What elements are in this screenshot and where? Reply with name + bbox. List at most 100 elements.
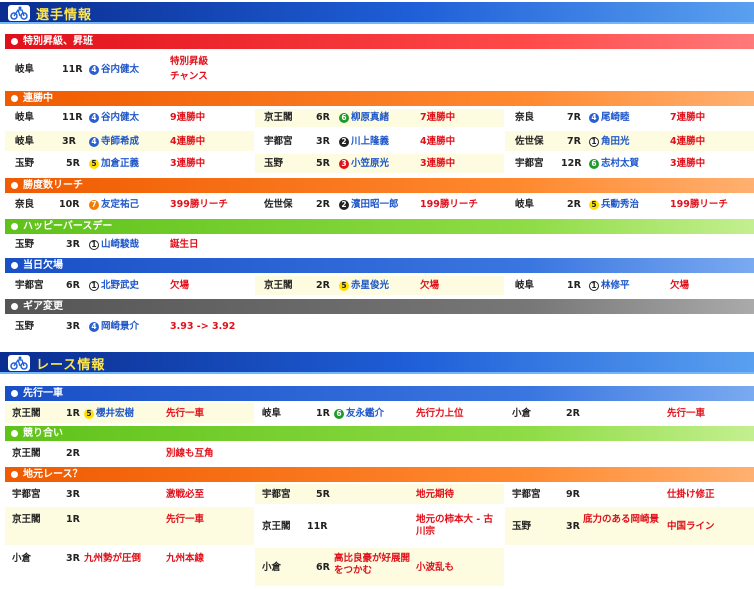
venue: 佐世保	[264, 199, 293, 210]
absent-note: 欠場	[670, 280, 690, 291]
rider-link[interactable]: 1 山崎駿哉	[89, 239, 139, 251]
rider-link[interactable]: 4 尾崎睦	[589, 112, 630, 124]
race-number: 3R	[66, 321, 80, 332]
rider-link[interactable]: 4 谷内健太	[89, 64, 139, 76]
milestone-note: 199勝リーチ	[670, 199, 728, 210]
section-promotion: 特別昇級、昇班	[5, 34, 754, 49]
streak-note: 4連勝中	[670, 136, 706, 147]
rider-link[interactable]: 7 友定祐己	[89, 199, 139, 211]
bullet-icon	[11, 303, 18, 310]
rider-link[interactable]: 2 濱田昭一郎	[339, 199, 399, 211]
post-number-badge: 4	[589, 113, 599, 123]
bullet-icon	[11, 430, 18, 437]
race-number: 1R	[66, 408, 80, 419]
venue: 宇都宮	[515, 158, 544, 169]
bullet-icon	[11, 223, 18, 230]
bullet-icon	[11, 95, 18, 102]
post-number-badge: 1	[89, 281, 99, 291]
race-number: 5R	[316, 158, 330, 169]
race-number: 9R	[566, 489, 580, 500]
venue: 玉野	[15, 158, 35, 169]
race-number: 3R	[66, 239, 80, 250]
race-number: 1R	[316, 408, 330, 419]
rider-link[interactable]: 4 寺師希成	[89, 136, 139, 148]
streak-note: 3連勝中	[170, 158, 206, 169]
post-number-badge: 4	[89, 137, 99, 147]
local-note: 地元期待	[416, 489, 455, 500]
venue: 岐阜	[15, 136, 35, 147]
local-note: 仕掛け修正	[667, 489, 715, 500]
section-birthday: ハッピーバースデー	[5, 219, 754, 234]
local-note: 中国ライン	[667, 521, 715, 532]
local-note: 激戦必至	[166, 489, 205, 500]
promotion-note: チャンス	[170, 71, 208, 82]
rider-link[interactable]: 1 林修平	[589, 280, 630, 292]
absent-note: 欠場	[170, 280, 190, 291]
post-number-badge: 5	[339, 281, 349, 291]
venue: 玉野	[15, 321, 35, 332]
race-number: 6R	[316, 562, 330, 573]
race-number: 6R	[316, 112, 330, 123]
rider-link[interactable]: 5 赤星俊光	[339, 280, 389, 292]
streak-note: 4連勝中	[420, 136, 456, 147]
race-number: 2R	[316, 199, 330, 210]
race-number: 2R	[66, 448, 80, 459]
race-number: 11R	[307, 521, 328, 532]
venue: 佐世保	[515, 136, 544, 147]
rider-link[interactable]: 3 小笠原光	[339, 158, 389, 170]
cyclist-icon	[8, 355, 30, 371]
section-lead: 先行一車	[5, 386, 754, 401]
race-number: 2R	[566, 408, 580, 419]
post-number-badge: 3	[339, 159, 349, 169]
rider-link[interactable]: 4 谷内健太	[89, 112, 139, 124]
milestone-note: 399勝リーチ	[170, 199, 228, 210]
race-number: 5R	[66, 158, 80, 169]
player-info-title: 選手情報	[36, 8, 93, 23]
race-number: 3R	[66, 553, 80, 564]
venue: 小倉	[12, 553, 32, 564]
bullet-icon	[11, 38, 18, 45]
lead-note: 先行力上位	[416, 408, 464, 419]
race-info-title: レース情報	[36, 358, 106, 373]
rider-link[interactable]: 6 柳原真緒	[339, 112, 389, 124]
rider-link[interactable]: 1 角田光	[589, 136, 630, 148]
rider-link[interactable]: 5 櫻井宏樹	[84, 408, 134, 420]
race-info-header: レース情報	[0, 352, 754, 374]
rider-link[interactable]: 1 北野武史	[89, 280, 139, 292]
lead-note: 先行一車	[166, 408, 205, 419]
local-note: 九州勢が圧倒	[84, 553, 142, 564]
rider-link[interactable]: 5 加倉正義	[89, 158, 139, 170]
race-number: 11R	[62, 112, 83, 123]
post-number-badge: 4	[89, 65, 99, 75]
rider-link[interactable]: 6 志村太賀	[589, 158, 639, 170]
venue: 京王閣	[264, 280, 293, 291]
race-number: 10R	[59, 199, 80, 210]
venue: 宇都宮	[512, 489, 541, 500]
post-number-badge: 2	[339, 137, 349, 147]
bullet-icon	[11, 262, 18, 269]
post-number-badge: 5	[89, 159, 99, 169]
race-number: 5R	[316, 489, 330, 500]
venue: 宇都宮	[15, 280, 44, 291]
venue: 宇都宮	[264, 136, 293, 147]
streak-note: 9連勝中	[170, 112, 206, 123]
venue: 小倉	[262, 562, 282, 573]
rider-link[interactable]: 2 川上隆義	[339, 136, 389, 148]
section-absent: 当日欠場	[5, 258, 754, 273]
post-number-badge: 4	[89, 113, 99, 123]
rider-link[interactable]: 6 友永鑑介	[334, 408, 384, 420]
venue: 岐阜	[15, 64, 35, 75]
rider-link[interactable]: 5 兵動秀治	[589, 199, 639, 211]
streak-note: 4連勝中	[170, 136, 206, 147]
milestone-note: 199勝リーチ	[420, 199, 478, 210]
venue: 岐阜	[515, 280, 535, 291]
race-number: 12R	[561, 158, 582, 169]
promotion-note: 特別昇級	[170, 56, 209, 67]
rider-link[interactable]: 4 岡崎景介	[89, 321, 139, 333]
streak-note: 3連勝中	[670, 158, 706, 169]
bullet-icon	[11, 390, 18, 397]
venue: 岐阜	[15, 112, 35, 123]
race-number: 3R	[566, 521, 580, 532]
streak-note: 3連勝中	[420, 158, 456, 169]
post-number-badge: 4	[89, 322, 99, 332]
